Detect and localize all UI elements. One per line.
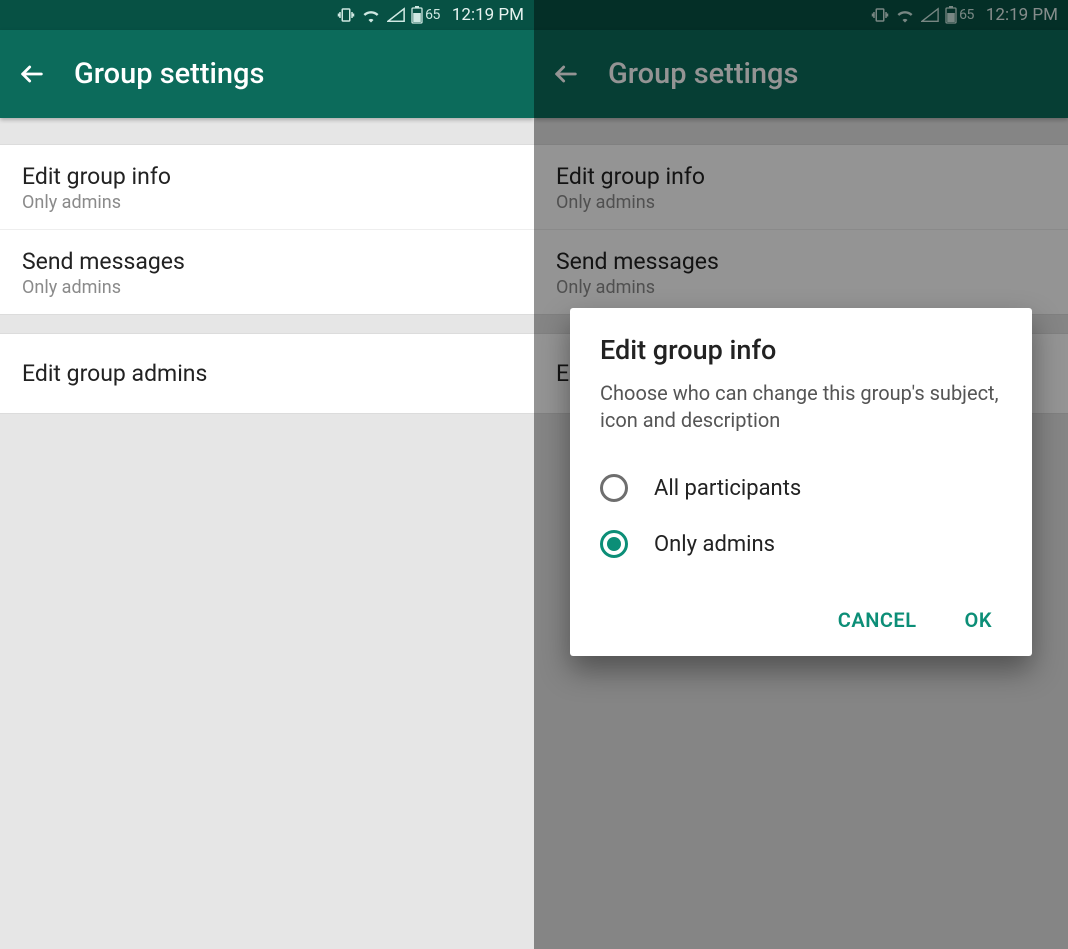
battery-icon [411, 6, 423, 24]
settings-content: Edit group info Only admins Send message… [0, 144, 534, 414]
settings-group-main: Edit group info Only admins Send message… [0, 144, 534, 315]
dialog-edit-group-info: Edit group info Choose who can change th… [570, 308, 1032, 656]
phone-right: 65 12:19 PM Group settings Edit group in… [534, 0, 1068, 949]
option-all-participants[interactable]: All participants [600, 460, 1002, 516]
vibrate-icon [337, 6, 355, 24]
signal-icon [387, 7, 405, 23]
app-bar: Group settings [0, 30, 534, 118]
status-bar: 65 12:19 PM [0, 0, 534, 30]
row-label: Edit group info [22, 163, 512, 190]
battery-percent: 65 [425, 7, 440, 23]
option-only-admins[interactable]: Only admins [600, 516, 1002, 572]
row-edit-group-info[interactable]: Edit group info Only admins [0, 145, 534, 230]
dialog-actions: CANCEL OK [600, 598, 1002, 642]
arrow-left-icon [18, 60, 46, 88]
settings-group-admins: Edit group admins [0, 333, 534, 414]
option-label: Only admins [654, 532, 775, 557]
row-label: Edit group admins [22, 360, 512, 387]
row-edit-group-admins[interactable]: Edit group admins [0, 334, 534, 413]
page-title: Group settings [74, 57, 264, 91]
ok-button[interactable]: OK [961, 598, 996, 642]
dialog-title: Edit group info [600, 334, 1002, 366]
row-value: Only admins [22, 192, 512, 213]
radio-icon [600, 530, 628, 558]
battery-indicator: 65 [411, 6, 440, 24]
radio-icon [600, 474, 628, 502]
phone-left: 65 12:19 PM Group settings Edit group in… [0, 0, 534, 949]
row-value: Only admins [22, 277, 512, 298]
back-button[interactable] [18, 60, 46, 88]
row-send-messages[interactable]: Send messages Only admins [0, 230, 534, 314]
dialog-description: Choose who can change this group's subje… [600, 380, 1002, 434]
row-label: Send messages [22, 248, 512, 275]
clock: 12:19 PM [452, 5, 524, 25]
cancel-button[interactable]: CANCEL [834, 598, 921, 642]
option-label: All participants [654, 476, 801, 501]
wifi-icon [361, 7, 381, 23]
